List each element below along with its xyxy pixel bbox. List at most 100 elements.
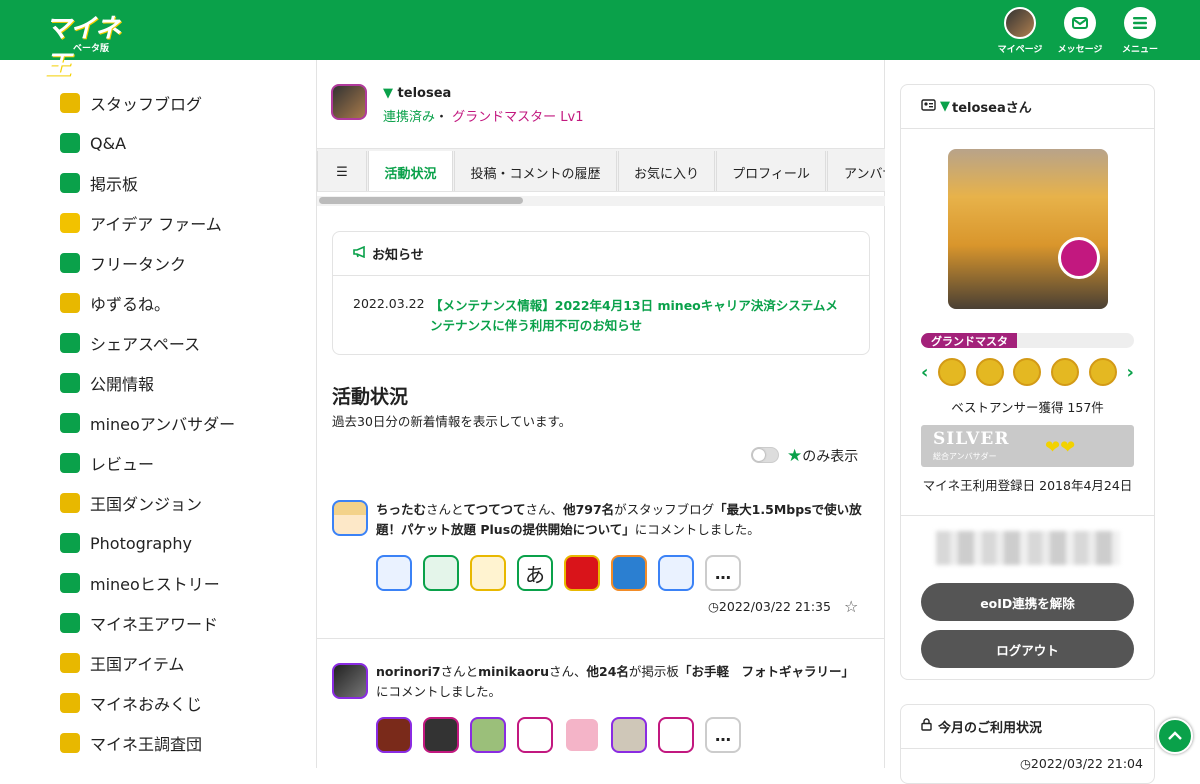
user-name[interactable]: telosea xyxy=(398,86,452,101)
reactor-avatar[interactable] xyxy=(376,717,412,753)
camera-icon xyxy=(60,533,80,553)
tab-list-icon[interactable]: ☰ xyxy=(317,151,367,191)
reactor-avatar[interactable] xyxy=(611,555,647,591)
reactor-avatar[interactable] xyxy=(611,717,647,753)
tab-label: 活動状況 xyxy=(384,166,437,182)
sidebar-item-omikuji[interactable]: マイネおみくじ xyxy=(60,691,202,715)
sidebar-item-tank[interactable]: フリータンク xyxy=(60,251,186,275)
sidebar-item-dungeon[interactable]: 王国ダンジョン xyxy=(60,491,202,515)
tab-profile[interactable]: プロフィール xyxy=(716,151,826,191)
bbs-icon xyxy=(60,173,80,193)
feed-user-avatar[interactable] xyxy=(332,663,368,699)
feed-user-link[interactable]: てつてつて xyxy=(464,502,526,517)
reactor-avatar[interactable] xyxy=(658,717,694,753)
tab-bar: ☰ 活動状況 投稿・コメントの履歴 お気に入り プロフィール アンバサ xyxy=(317,148,885,192)
user-avatar[interactable] xyxy=(331,84,367,120)
reactor-avatar[interactable] xyxy=(564,555,600,591)
favorites-only-toggle[interactable] xyxy=(751,447,779,463)
sidebar-item-label: レビュー xyxy=(90,455,155,474)
feed-user-avatar[interactable] xyxy=(332,500,368,536)
feed-user-link[interactable]: ちったむ xyxy=(376,502,426,517)
tab-favorites[interactable]: お気に入り xyxy=(618,151,715,191)
logout-button[interactable]: ログアウト xyxy=(921,630,1134,668)
nav-mypage[interactable]: マイページ xyxy=(990,7,1050,55)
sidebar-item-qa[interactable]: Q&A xyxy=(60,131,126,155)
reactor-avatar[interactable] xyxy=(658,555,694,591)
rank-label[interactable]: グランドマスター Lv1 xyxy=(452,110,583,125)
chevron-left-icon[interactable]: ‹ xyxy=(921,362,928,383)
sidebar-item-item[interactable]: 王国アイテム xyxy=(60,651,184,675)
badge-icon[interactable] xyxy=(938,358,967,386)
reactor-avatar[interactable] xyxy=(423,717,459,753)
ambassador-logo-icon: ❤❤ xyxy=(1045,437,1076,458)
sidebar-item-history[interactable]: mineoヒストリー xyxy=(60,571,220,595)
more-reactors-button[interactable]: … xyxy=(705,555,741,591)
blurred-info xyxy=(936,531,1120,565)
unlink-eoid-button[interactable]: eoID連携を解除 xyxy=(921,583,1134,621)
nav-menu-label: メニュー xyxy=(1121,45,1158,55)
tab-history[interactable]: 投稿・コメントの履歴 xyxy=(454,151,617,191)
sidebar-item-yuzurune[interactable]: ゆずるね。 xyxy=(60,291,170,315)
feed-text-part: さん、 xyxy=(525,502,564,517)
reactor-avatar[interactable] xyxy=(470,555,506,591)
sidebar-item-camera[interactable]: Photography xyxy=(60,531,192,555)
ambassador-icon xyxy=(60,413,80,433)
tab-label: アンバサ xyxy=(844,166,885,182)
nav-messages-label: メッセージ xyxy=(1057,45,1103,55)
badge-icon[interactable] xyxy=(1088,358,1117,386)
logo-sub: ベータ版 xyxy=(73,44,110,54)
nav-menu[interactable]: メニュー xyxy=(1110,7,1170,55)
history-icon xyxy=(60,573,80,593)
badge-icon[interactable] xyxy=(1013,358,1042,386)
sidebar-item-trophy[interactable]: マイネ王アワード xyxy=(60,611,218,635)
feed-user-link[interactable]: minikaoru xyxy=(478,664,549,679)
share-space-icon xyxy=(60,333,80,353)
badge-icon[interactable] xyxy=(1051,358,1080,386)
scrollbar-thumb[interactable] xyxy=(319,197,523,204)
silver-title: SILVER xyxy=(933,429,1010,449)
favorite-star-icon[interactable]: ☆ xyxy=(844,597,858,616)
feed-user-link[interactable]: norinori7 xyxy=(376,664,441,679)
sidebar-item-label: Q&A xyxy=(90,133,127,153)
sidebar-item-bbs[interactable]: 掲示板 xyxy=(60,171,138,195)
feed-text-part: さん、 xyxy=(549,664,587,679)
filter-label: のみ表示 xyxy=(802,449,859,465)
tab-activity[interactable]: 活動状況 xyxy=(368,151,453,191)
sidebar-item-chart[interactable]: 公開情報 xyxy=(60,371,154,395)
nav-mypage-label: マイページ xyxy=(997,45,1043,55)
sidebar-item-staff-blog[interactable]: スタッフブログ xyxy=(60,91,202,115)
tab-label: プロフィール xyxy=(732,166,810,182)
reactor-avatar[interactable] xyxy=(564,717,600,753)
trophy-icon xyxy=(60,613,80,633)
notice-link[interactable]: 【メンテナンス情報】2022年4月13日 mineoキャリア決済システムメンテナ… xyxy=(430,296,850,336)
scroll-to-top-button[interactable] xyxy=(1157,718,1193,754)
reactor-avatar[interactable] xyxy=(423,555,459,591)
chart-icon xyxy=(60,373,80,393)
feed-target-link[interactable]: 「お手軽 フォトギャラリー」 xyxy=(679,664,854,679)
site-logo[interactable]: マイネ王 ベータ版 xyxy=(45,8,135,81)
reactor-avatar[interactable]: あ xyxy=(517,555,553,591)
sidebar-item-idea[interactable]: アイデア ファーム xyxy=(60,211,222,235)
nav-messages[interactable]: メッセージ xyxy=(1050,7,1110,55)
beginner-mark-icon: ▼ xyxy=(383,86,393,101)
sidebar-item-review[interactable]: レビュー xyxy=(60,451,154,475)
sidebar-item-survey[interactable]: マイネ王調査団 xyxy=(60,731,202,755)
badge-carousel: ‹ › xyxy=(921,357,1134,387)
star-icon: ★ xyxy=(787,446,803,466)
sidebar-item-label: マイネ王アワード xyxy=(90,615,219,634)
sidebar-item-share-space[interactable]: シェアスペース xyxy=(60,331,200,355)
clock-icon: ◷ xyxy=(1020,756,1031,771)
reactor-avatar[interactable] xyxy=(517,717,553,753)
reactor-avatar[interactable] xyxy=(470,717,506,753)
more-reactors-button[interactable]: … xyxy=(705,717,741,753)
tab-scrollbar[interactable] xyxy=(317,196,885,206)
badge-icon[interactable] xyxy=(975,358,1004,386)
sidebar-item-ambassador[interactable]: mineoアンバサダー xyxy=(60,411,235,435)
tank-icon xyxy=(60,253,80,273)
review-icon xyxy=(60,453,80,473)
tab-ambassador[interactable]: アンバサ xyxy=(827,151,885,191)
reactor-avatar[interactable] xyxy=(376,555,412,591)
profile-panel-header: ▼ teloseaさん xyxy=(901,85,1154,129)
notice-title: お知らせ xyxy=(372,248,424,263)
chevron-right-icon[interactable]: › xyxy=(1127,362,1134,383)
